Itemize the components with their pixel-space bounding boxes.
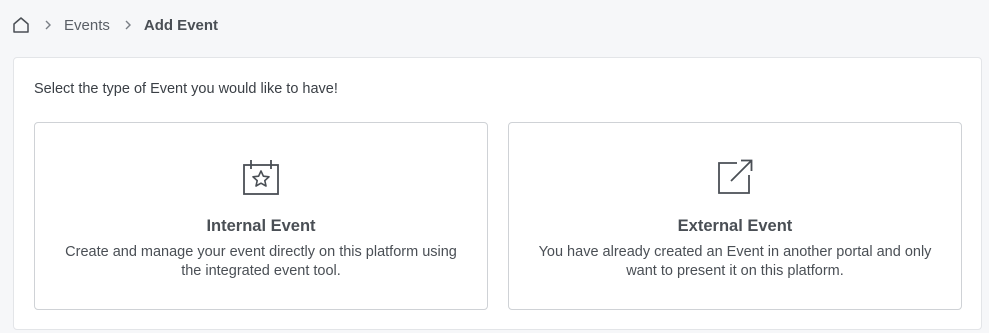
breadcrumb-events-link[interactable]: Events: [64, 17, 110, 34]
card-description: You have already created an Event in ano…: [538, 244, 932, 279]
card-description: Create and manage your event directly on…: [65, 244, 457, 279]
card-title: Internal Event: [206, 217, 316, 235]
card-title: External Event: [677, 217, 793, 235]
event-type-panel: Select the type of Event you would like …: [13, 57, 982, 330]
internal-event-card[interactable]: Internal Event Create and manage your ev…: [34, 122, 488, 310]
home-icon[interactable]: [12, 16, 30, 34]
external-event-card[interactable]: External Event You have already created …: [508, 122, 962, 310]
instruction-text: Select the type of Event you would like …: [34, 81, 338, 97]
breadcrumb-current: Add Event: [143, 16, 219, 34]
calendar-star-icon: [241, 157, 281, 197]
external-link-icon: [715, 157, 755, 197]
chevron-right-icon: [124, 19, 132, 31]
chevron-right-icon: [44, 19, 52, 31]
breadcrumb: Events Add Event: [12, 14, 218, 36]
